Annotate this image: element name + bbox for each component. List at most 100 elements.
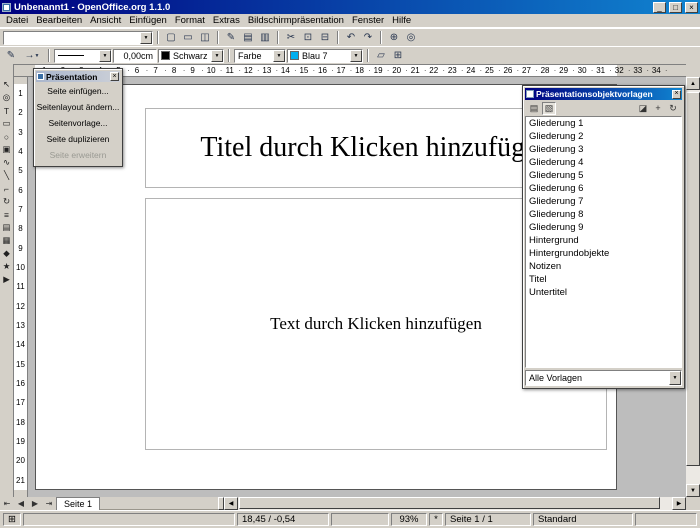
line-tool-icon[interactable]: ╲ xyxy=(0,169,13,182)
presentation-start-icon[interactable]: ▶ xyxy=(0,273,13,286)
scroll-left-icon[interactable]: ◀ xyxy=(224,497,238,510)
line-color-combo[interactable]: Schwarz ▼ xyxy=(158,49,224,63)
style-item-gliederung-7[interactable]: Gliederung 7 xyxy=(526,195,681,208)
pres-button-seite-duplizieren[interactable]: Seite duplizieren xyxy=(35,131,121,147)
dropdown-icon[interactable]: ▼ xyxy=(273,50,285,62)
effects-icon[interactable]: ★ xyxy=(0,260,13,273)
menu-item-datei[interactable]: Datei xyxy=(2,15,32,26)
menu-item-ansicht[interactable]: Ansicht xyxy=(86,15,125,26)
update-style-icon[interactable]: ↻ xyxy=(666,102,680,115)
style-item-gliederung-9[interactable]: Gliederung 9 xyxy=(526,221,681,234)
horizontal-scroll-thumb[interactable] xyxy=(239,497,660,509)
rotate-tool-icon[interactable]: ↻ xyxy=(0,195,13,208)
vertical-scrollbar[interactable]: ▲ ▼ xyxy=(686,77,700,497)
menu-item-bildschirmpr-sentation[interactable]: Bildschirmpräsentation xyxy=(244,15,348,26)
pres-button-seite-einf-gen[interactable]: Seite einfügen... xyxy=(35,83,121,99)
print-icon[interactable]: ▥ xyxy=(257,30,273,45)
interaction-icon[interactable]: ◆ xyxy=(0,247,13,260)
redo-icon[interactable]: ↷ xyxy=(360,30,376,45)
new-style-icon[interactable]: + xyxy=(651,102,665,115)
alignment-icon[interactable]: ≡ xyxy=(0,208,13,221)
vertical-scroll-track[interactable] xyxy=(686,90,700,484)
rectangle-tool-icon[interactable]: ▭ xyxy=(0,117,13,130)
zoom-tool-icon[interactable]: ◎ xyxy=(0,91,13,104)
status-zoom[interactable]: 93% xyxy=(391,513,427,526)
status-page-template[interactable]: Standard xyxy=(533,513,633,526)
dropdown-icon[interactable]: ▼ xyxy=(350,50,362,62)
edit-file-icon[interactable]: ✎ xyxy=(223,30,239,45)
curve-tool-icon[interactable]: ∿ xyxy=(0,156,13,169)
line-width-field[interactable] xyxy=(113,49,157,63)
text-tool-icon[interactable]: T xyxy=(0,104,13,117)
menu-item-hilfe[interactable]: Hilfe xyxy=(388,15,415,26)
menu-item-bearbeiten[interactable]: Bearbeiten xyxy=(32,15,86,26)
first-page-icon[interactable]: ⇤ xyxy=(0,497,14,510)
menu-item-format[interactable]: Format xyxy=(171,15,209,26)
style-item-gliederung-2[interactable]: Gliederung 2 xyxy=(526,130,681,143)
maximize-button[interactable]: □ xyxy=(669,2,682,13)
dropdown-icon[interactable]: ▼ xyxy=(99,50,111,62)
fill-format-mode-icon[interactable]: ◪ xyxy=(636,102,650,115)
menu-item-fenster[interactable]: Fenster xyxy=(348,15,388,26)
object-3d-icon[interactable]: ▣ xyxy=(0,143,13,156)
new-document-icon[interactable]: ▢ xyxy=(163,30,179,45)
menu-item-einf-gen[interactable]: Einfügen xyxy=(125,15,171,26)
insert-icon[interactable]: ▦ xyxy=(0,234,13,247)
arrow-style-icon[interactable]: → ▼ xyxy=(20,48,44,63)
scroll-right-icon[interactable]: ▶ xyxy=(672,497,686,510)
style-item-hintergrundobjekte[interactable]: Hintergrundobjekte xyxy=(526,247,681,260)
previous-page-icon[interactable]: ◀ xyxy=(14,497,28,510)
menu-item-extras[interactable]: Extras xyxy=(209,15,244,26)
close-icon[interactable]: × xyxy=(110,72,119,81)
line-style-combo[interactable]: ▼ xyxy=(54,49,112,63)
close-icon[interactable]: × xyxy=(672,90,681,99)
select-arrow-icon[interactable]: ↖ xyxy=(0,78,13,91)
vertical-ruler[interactable]: 123456789101112131415161718192021 xyxy=(14,77,28,497)
edit-pen-icon[interactable]: ✎ xyxy=(3,48,19,63)
dropdown-icon[interactable]: ▼ xyxy=(140,32,152,44)
dropdown-icon[interactable]: ▼ xyxy=(211,50,223,62)
pres-button-seitenvorlage[interactable]: Seitenvorlage... xyxy=(35,115,121,131)
export-pdf-icon[interactable]: ▤ xyxy=(240,30,256,45)
vertical-scroll-thumb[interactable] xyxy=(686,92,700,466)
scroll-up-icon[interactable]: ▲ xyxy=(686,77,700,90)
undo-icon[interactable]: ↶ xyxy=(343,30,359,45)
horizontal-scroll-track[interactable] xyxy=(238,497,672,510)
minimize-button[interactable]: _ xyxy=(653,2,666,13)
presentation-styles-icon[interactable]: ▧ xyxy=(542,102,556,115)
style-item-gliederung-4[interactable]: Gliederung 4 xyxy=(526,156,681,169)
shadow-icon[interactable]: ▱ xyxy=(373,48,389,63)
style-item-titel[interactable]: Titel xyxy=(526,273,681,286)
paste-icon[interactable]: ⊟ xyxy=(317,30,333,45)
presentation-toolbar-titlebar[interactable]: Präsentation × xyxy=(36,71,120,82)
style-item-gliederung-3[interactable]: Gliederung 3 xyxy=(526,143,681,156)
stylist-titlebar[interactable]: Präsentationsobjektvorlagen × xyxy=(525,88,682,100)
close-button[interactable]: × xyxy=(685,2,698,13)
cut-icon[interactable]: ✂ xyxy=(283,30,299,45)
arrange-icon[interactable]: ▤ xyxy=(0,221,13,234)
graphic-styles-icon[interactable]: ▤ xyxy=(527,102,541,115)
dropdown-icon[interactable]: ▼ xyxy=(669,371,681,385)
zoom-icon[interactable]: ◎ xyxy=(403,30,419,45)
snap-grid-icon[interactable]: ⊞ xyxy=(390,48,406,63)
last-page-icon[interactable]: ⇥ xyxy=(42,497,56,510)
style-item-gliederung-5[interactable]: Gliederung 5 xyxy=(526,169,681,182)
save-icon[interactable]: ◫ xyxy=(197,30,213,45)
style-item-notizen[interactable]: Notizen xyxy=(526,260,681,273)
horizontal-scrollbar[interactable]: ◀ ▶ xyxy=(224,497,686,510)
style-item-untertitel[interactable]: Untertitel xyxy=(526,286,681,299)
style-item-gliederung-6[interactable]: Gliederung 6 xyxy=(526,182,681,195)
fill-color-combo[interactable]: Blau 7 ▼ xyxy=(287,49,363,63)
scroll-down-icon[interactable]: ▼ xyxy=(686,484,700,497)
fill-type-combo[interactable]: Farbe ▼ xyxy=(234,49,286,63)
style-item-hintergrund[interactable]: Hintergrund xyxy=(526,234,681,247)
style-item-gliederung-8[interactable]: Gliederung 8 xyxy=(526,208,681,221)
pres-button-seitenlayout-ndern[interactable]: Seitenlayout ändern... xyxy=(35,99,121,115)
tab-seite-1[interactable]: Seite 1 xyxy=(56,497,100,510)
navigator-icon[interactable]: ⊕ xyxy=(386,30,402,45)
style-item-gliederung-1[interactable]: Gliederung 1 xyxy=(526,117,681,130)
copy-icon[interactable]: ⊡ xyxy=(300,30,316,45)
ellipse-tool-icon[interactable]: ○ xyxy=(0,130,13,143)
style-filter-combo[interactable]: Alle Vorlagen ▼ xyxy=(525,370,682,386)
open-document-icon[interactable]: ▭ xyxy=(180,30,196,45)
